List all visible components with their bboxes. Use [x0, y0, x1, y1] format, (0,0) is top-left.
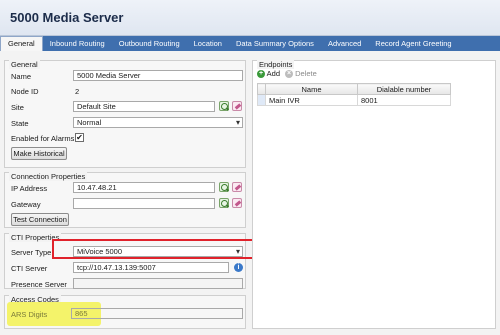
endpoints-table: Name Dialable number Main IVR 8001 — [257, 83, 451, 106]
name-field[interactable]: 5000 Media Server — [73, 70, 243, 81]
alarms-checkbox[interactable]: ✔ — [75, 133, 84, 142]
connection-group: Connection Properties IP Address 10.47.4… — [4, 172, 246, 228]
node-id-label: Node ID — [11, 87, 39, 96]
delete-icon: × — [285, 70, 293, 79]
delete-endpoint-button[interactable]: × Delete — [285, 69, 317, 79]
access-codes-group: Access Codes ARS Digits 865 — [4, 295, 246, 329]
test-connection-button[interactable]: Test Connection — [11, 213, 69, 226]
cti-server-field[interactable]: tcp://10.47.13.139:5007 — [73, 262, 229, 273]
endpoint-name-cell[interactable]: Main IVR — [265, 94, 358, 106]
state-select[interactable]: Normal — [73, 117, 243, 128]
tab-content: General Name 5000 Media Server Node ID 2… — [0, 51, 500, 335]
endpoints-group-title: Endpoints — [257, 60, 295, 69]
general-group: General Name 5000 Media Server Node ID 2… — [4, 60, 246, 168]
node-id-value: 2 — [75, 87, 80, 96]
gateway-clear-icon[interactable] — [232, 198, 242, 208]
row-selector-header — [257, 83, 266, 95]
presence-server-label: Presence Server — [11, 280, 67, 289]
tab-advanced[interactable]: Advanced — [321, 36, 368, 51]
name-label: Name — [11, 72, 32, 81]
column-header-dialable-number[interactable]: Dialable number — [357, 83, 451, 95]
info-icon[interactable]: i — [234, 263, 243, 272]
add-label: Add — [266, 69, 281, 78]
ip-clear-icon[interactable] — [232, 182, 242, 192]
make-historical-button[interactable]: Make Historical — [11, 147, 67, 160]
add-icon: + — [257, 70, 265, 79]
window-title: 5000 Media Server — [10, 10, 124, 25]
endpoints-group: Endpoints + Add × Delete Name Dialable n… — [252, 60, 496, 329]
site-label: Site — [11, 103, 24, 112]
state-label: State — [11, 119, 29, 128]
delete-label: Delete — [295, 69, 317, 78]
gateway-label: Gateway — [11, 200, 41, 209]
ip-address-label: IP Address — [11, 184, 48, 193]
table-row[interactable]: Main IVR 8001 — [257, 94, 451, 106]
tab-data-summary-options[interactable]: Data Summary Options — [229, 36, 321, 51]
tab-location[interactable]: Location — [187, 36, 229, 51]
gateway-search-icon[interactable] — [219, 198, 229, 208]
tab-outbound-routing[interactable]: Outbound Routing — [112, 36, 187, 51]
connection-group-title: Connection Properties — [9, 172, 88, 181]
add-endpoint-button[interactable]: + Add — [257, 69, 281, 79]
server-type-label: Server Type — [11, 248, 52, 257]
server-type-highlight — [52, 239, 265, 259]
general-group-title: General — [9, 60, 40, 69]
gateway-field[interactable] — [73, 198, 215, 209]
tab-record-agent-greeting[interactable]: Record Agent Greeting — [368, 36, 458, 51]
site-clear-icon[interactable] — [232, 101, 242, 111]
ars-digits-label: ARS Digits — [11, 310, 48, 319]
site-field[interactable]: Default Site — [73, 101, 215, 112]
ip-search-icon[interactable] — [219, 182, 229, 192]
tab-general[interactable]: General — [0, 36, 43, 51]
ars-digits-field[interactable]: 865 — [71, 308, 243, 319]
endpoint-number-cell[interactable]: 8001 — [357, 94, 451, 106]
endpoints-header-row: Name Dialable number — [257, 83, 451, 95]
row-selector[interactable] — [257, 94, 266, 106]
column-header-name[interactable]: Name — [265, 83, 358, 95]
site-search-icon[interactable] — [219, 101, 229, 111]
alarms-label: Enabled for Alarms — [11, 134, 75, 143]
window-title-bar: 5000 Media Server — [0, 0, 500, 36]
cti-server-label: CTI Server — [11, 264, 48, 273]
tab-bar: General Inbound Routing Outbound Routing… — [0, 36, 500, 51]
ip-address-field[interactable]: 10.47.48.21 — [73, 182, 215, 193]
presence-server-field[interactable] — [73, 278, 243, 289]
tab-inbound-routing[interactable]: Inbound Routing — [43, 36, 112, 51]
